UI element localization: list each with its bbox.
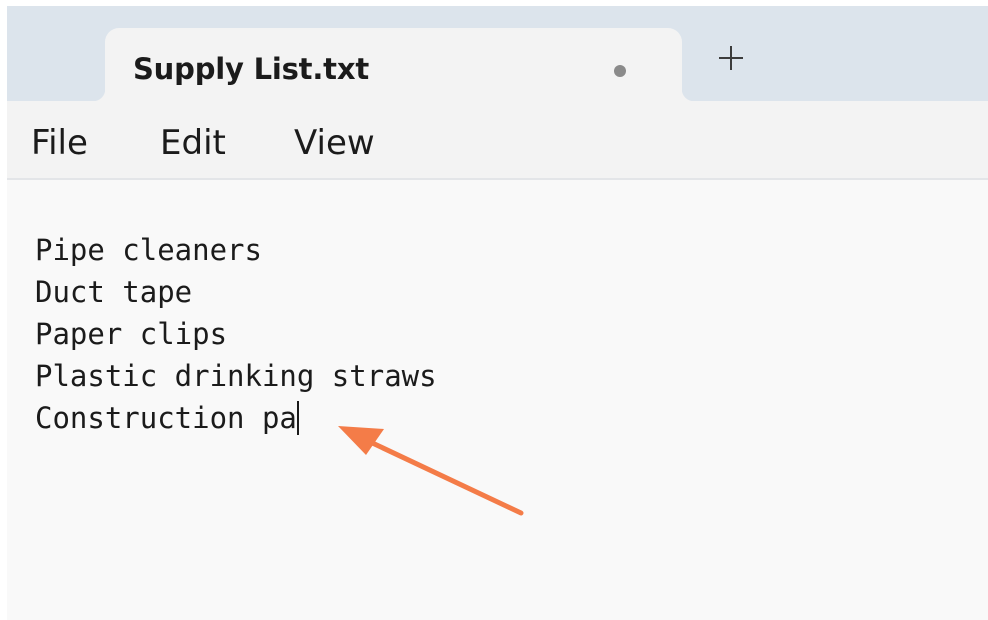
unsaved-dot-icon[interactable] — [614, 65, 626, 77]
tab-title: Supply List.txt — [133, 52, 369, 86]
menu-edit[interactable]: Edit — [160, 123, 226, 163]
editor-text: Pipe cleaners Duct tape Paper clips Plas… — [35, 229, 437, 439]
text-caret — [296, 401, 299, 435]
tab-strip: Supply List.txt — [7, 6, 988, 101]
text-editor-area[interactable]: Pipe cleaners Duct tape Paper clips Plas… — [7, 187, 988, 620]
tab-supply-list[interactable]: Supply List.txt — [93, 28, 694, 101]
text-line: Pipe cleaners — [35, 233, 262, 267]
new-tab-plus-icon[interactable] — [719, 46, 743, 70]
text-line: Construction pa — [35, 401, 299, 435]
menu-bar: File Edit View — [7, 101, 988, 180]
text-line: Duct tape — [35, 275, 193, 309]
menu-view[interactable]: View — [294, 123, 375, 163]
text-line: Plastic drinking straws — [35, 359, 437, 393]
menu-file[interactable]: File — [31, 123, 88, 163]
notepad-window: Supply List.txt File Edit View Pipe clea… — [7, 6, 988, 620]
text-line: Paper clips — [35, 317, 228, 351]
